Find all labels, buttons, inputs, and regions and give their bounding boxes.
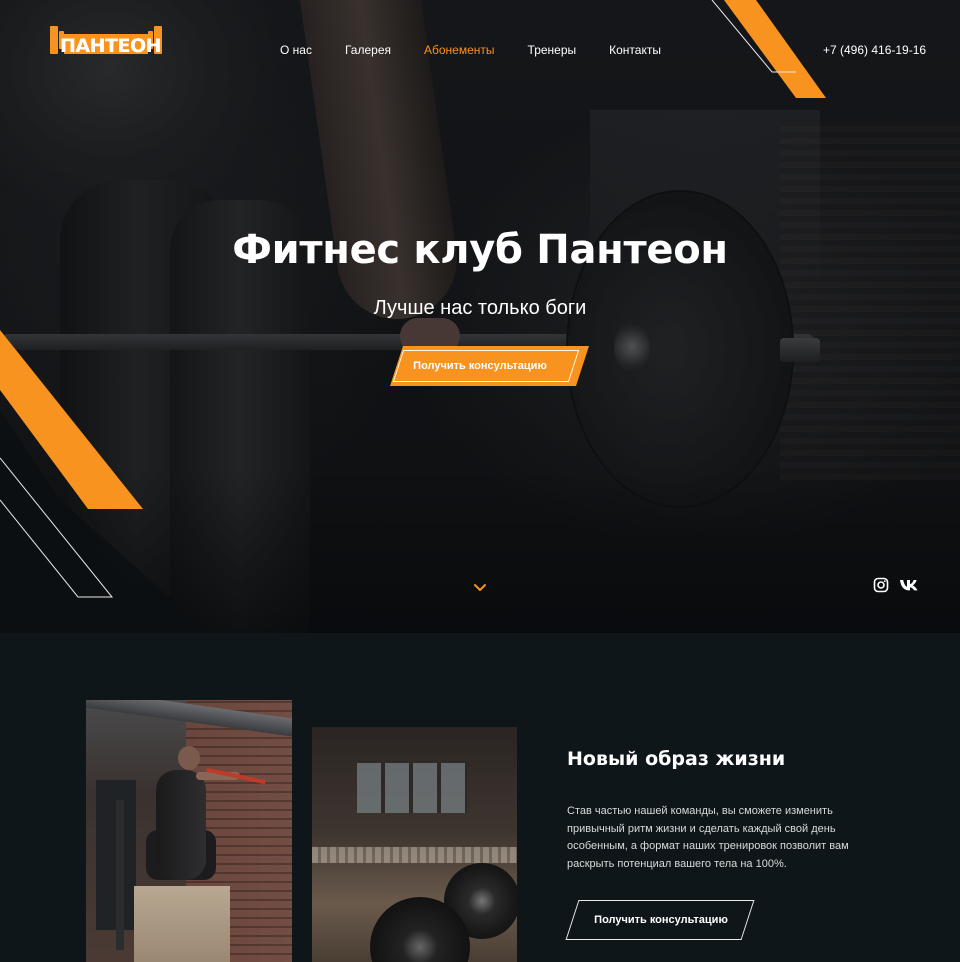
nav-item-gallery[interactable]: Галерея: [345, 43, 391, 57]
about-consultation-button[interactable]: Получить консультацию: [565, 900, 756, 940]
photo-rack: [116, 800, 124, 950]
nav-item-trainers[interactable]: Тренеры: [528, 43, 577, 57]
logo-text: ПАНТЕОН: [60, 35, 162, 57]
nav-item-about[interactable]: О нас: [280, 43, 312, 57]
instagram-icon[interactable]: [873, 577, 889, 593]
photo-athlete: [156, 770, 206, 880]
photo-plyo-box: [134, 886, 230, 962]
photo-barbell-floor: [312, 727, 517, 962]
nav-item-memberships[interactable]: Абонементы: [424, 43, 495, 57]
site-header: ПАНТЕОН О нас Галерея Абонементы Тренеры…: [0, 0, 960, 100]
logo[interactable]: ПАНТЕОН: [50, 22, 162, 62]
photo-windows: [357, 763, 467, 813]
about-title: Новый образ жизни: [567, 748, 786, 770]
hero-title: Фитнес клуб Пантеон: [232, 227, 728, 273]
main-nav: О нас Галерея Абонементы Тренеры Контакт…: [280, 43, 694, 57]
about-section: Новый образ жизни Став частью нашей кома…: [0, 633, 960, 962]
phone-number[interactable]: +7 (496) 416-19-16: [823, 43, 926, 57]
hero-section: ПАНТЕОН О нас Галерея Абонементы Тренеры…: [0, 0, 960, 633]
chevron-down-icon[interactable]: [472, 583, 488, 593]
vk-icon[interactable]: [899, 577, 919, 593]
consultation-button[interactable]: Получить консультацию: [384, 346, 589, 386]
about-description: Став частью нашей команды, вы сможете из…: [567, 805, 849, 870]
hero-subtitle: Лучше нас только боги: [373, 297, 587, 319]
logo-weight-left: [50, 26, 58, 54]
photo-battle-ropes: [312, 847, 517, 863]
photo-athlete-head: [178, 746, 200, 770]
photo-box-jump: [86, 700, 292, 962]
social-links: [873, 577, 919, 593]
nav-item-contacts[interactable]: Контакты: [609, 43, 661, 57]
consultation-button-label: Получить консультацию: [413, 360, 547, 372]
about-consultation-button-label: Получить консультацию: [594, 914, 728, 926]
